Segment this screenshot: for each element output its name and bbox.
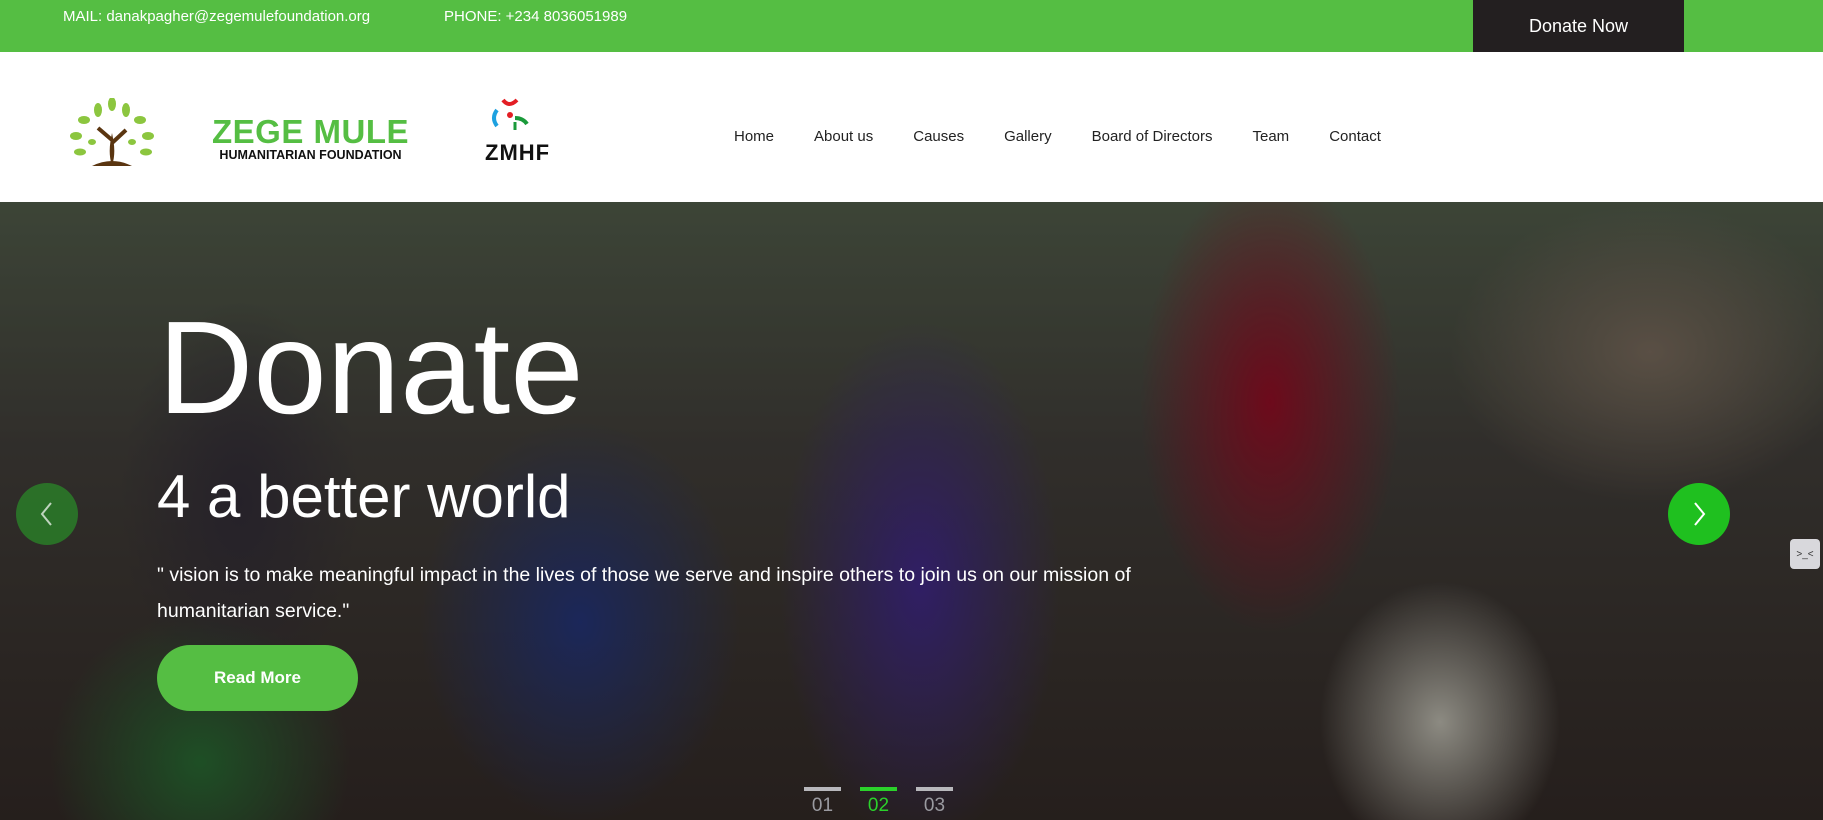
nav-team[interactable]: Team <box>1253 128 1290 145</box>
foundation-name-logo[interactable]: ZEGE MULE HUMANITARIAN FOUNDATION <box>212 113 410 162</box>
page-indicator-3[interactable]: 03 <box>916 787 953 817</box>
people-logo-icon <box>492 98 529 130</box>
page-indicator-1[interactable]: 01 <box>804 787 841 817</box>
logo-title: ZEGE MULE <box>212 113 410 150</box>
site-header: ZEGE MULE HUMANITARIAN FOUNDATION ZMHF H… <box>0 52 1823 202</box>
next-slide-button[interactable] <box>1668 483 1730 545</box>
hero-title: Donate <box>158 294 584 441</box>
nav-board[interactable]: Board of Directors <box>1092 128 1213 145</box>
nav-gallery[interactable]: Gallery <box>1004 128 1052 145</box>
nav-home[interactable]: Home <box>734 128 774 145</box>
page-label: 03 <box>923 795 946 816</box>
hero-quote: " vision is to make meaningful impact in… <box>157 564 1131 622</box>
chevron-left-icon <box>40 502 52 526</box>
prev-slide-button[interactable] <box>16 483 78 545</box>
tree-logo-icon[interactable] <box>62 98 162 168</box>
page-indicator-2[interactable]: 02 <box>860 787 897 817</box>
logo-abbr: ZMHF <box>485 140 551 165</box>
nav-contact[interactable]: Contact <box>1329 128 1381 145</box>
contact-email[interactable]: MAIL: danakpagher@zegemulefoundation.org <box>63 8 370 25</box>
page-label: 02 <box>867 795 890 816</box>
widget-toggle-icon[interactable]: >_< <box>1790 539 1820 569</box>
contact-phone[interactable]: PHONE: +234 8036051989 <box>444 8 627 25</box>
hero-subtitle: 4 a better world <box>157 463 571 530</box>
page-label: 01 <box>811 795 834 816</box>
logo-subtitle: HUMANITARIAN FOUNDATION <box>219 148 402 162</box>
slide-pagination: 01 02 03 <box>804 787 953 817</box>
donate-now-button[interactable]: Donate Now <box>1473 0 1684 52</box>
top-bar: MAIL: danakpagher@zegemulefoundation.org… <box>0 0 1823 52</box>
main-nav: Home About us Causes Gallery Board of Di… <box>734 128 1421 145</box>
nav-about[interactable]: About us <box>814 128 873 145</box>
nav-causes[interactable]: Causes <box>913 128 964 145</box>
hero-slider: Donate 4 a better world " vision is to m… <box>0 202 1823 820</box>
chevron-right-icon <box>1694 502 1706 526</box>
zmhf-logo[interactable]: ZMHF <box>483 98 549 165</box>
read-more-button[interactable]: Read More <box>157 645 358 711</box>
